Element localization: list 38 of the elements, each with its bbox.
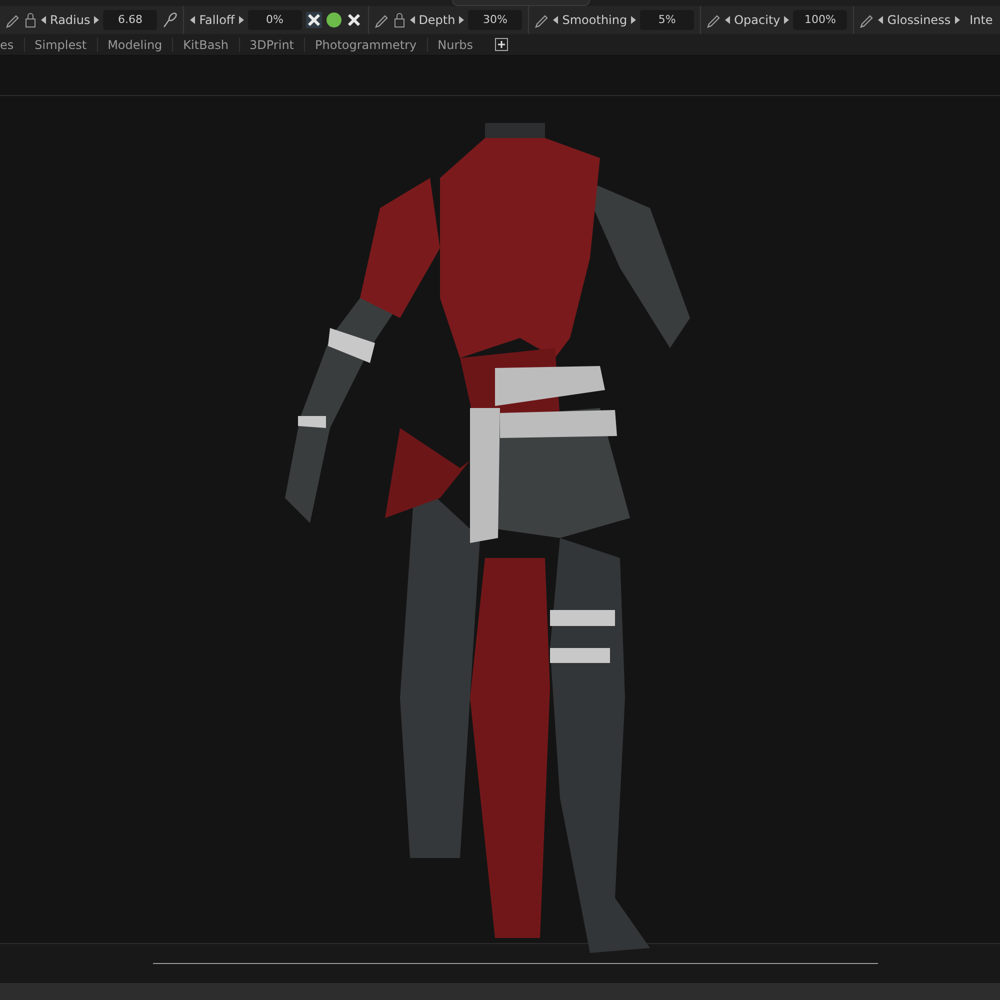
- brush-icon[interactable]: [161, 11, 178, 29]
- param-label[interactable]: Glossiness: [887, 11, 951, 29]
- status-dot-icon[interactable]: [326, 12, 342, 28]
- param-label[interactable]: Falloff: [199, 11, 235, 29]
- left-arrow-icon[interactable]: [41, 16, 46, 24]
- param-label[interactable]: Opacity: [734, 11, 780, 29]
- value-field[interactable]: 5%: [640, 10, 694, 30]
- value-field[interactable]: 100%: [793, 10, 848, 30]
- menu-tab[interactable]: Modeling: [96, 38, 172, 52]
- left-arrow-icon[interactable]: [410, 16, 415, 24]
- left-arrow-icon[interactable]: [725, 16, 730, 24]
- param-label[interactable]: Depth: [418, 11, 456, 29]
- menu-tab[interactable]: Simplest: [24, 38, 97, 52]
- menu-tab[interactable]: Nurbs: [426, 38, 484, 52]
- menu-tab[interactable]: KitBash: [172, 38, 239, 52]
- param-label[interactable]: Smoothing: [562, 11, 628, 29]
- value-field[interactable]: 0%: [248, 10, 302, 30]
- value-field[interactable]: 6.68: [103, 10, 158, 30]
- left-arrow-icon[interactable]: [878, 16, 884, 24]
- close-icon[interactable]: [346, 12, 362, 28]
- lock-icon[interactable]: [24, 12, 37, 28]
- left-arrow-icon[interactable]: [553, 16, 558, 24]
- menu-tab[interactable]: es: [0, 38, 24, 52]
- right-arrow-icon[interactable]: [238, 16, 244, 24]
- right-arrow-icon[interactable]: [631, 16, 636, 24]
- param-label[interactable]: Inte: [970, 11, 993, 29]
- right-arrow-icon[interactable]: [784, 16, 790, 24]
- menu-tab[interactable]: Photogrammetry: [304, 38, 427, 52]
- right-arrow-icon[interactable]: [954, 16, 960, 24]
- left-arrow-icon[interactable]: [190, 16, 196, 24]
- value-field[interactable]: 30%: [468, 10, 522, 30]
- right-arrow-icon[interactable]: [459, 16, 464, 24]
- right-arrow-icon[interactable]: [94, 16, 100, 24]
- param-label[interactable]: Radius: [50, 11, 90, 29]
- lock-icon[interactable]: [392, 12, 406, 28]
- menu-tab[interactable]: 3DPrint: [238, 38, 304, 52]
- plus-icon[interactable]: [495, 38, 508, 51]
- close-icon[interactable]: [306, 12, 322, 28]
